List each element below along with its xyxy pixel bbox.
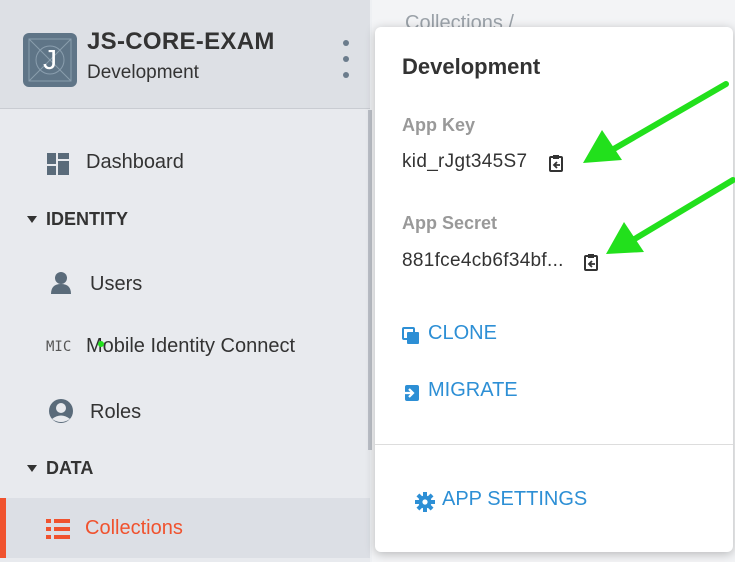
app-header: J JS-CORE-EXAM Development bbox=[0, 0, 370, 109]
dashboard-icon bbox=[47, 153, 69, 175]
popup-divider bbox=[375, 444, 733, 445]
app-logo: J bbox=[23, 33, 77, 87]
nav-roles[interactable]: Roles bbox=[0, 390, 370, 434]
app-secret-label: App Secret bbox=[402, 213, 498, 233]
environment-popup: Development App Key kid_rJgt345S7 App Se… bbox=[375, 27, 733, 552]
clone-icon bbox=[402, 327, 419, 344]
list-icon bbox=[46, 519, 70, 539]
active-indicator bbox=[0, 498, 6, 558]
environment-name: Development bbox=[87, 62, 199, 83]
nav-users[interactable]: Users bbox=[0, 263, 370, 307]
caret-down-icon bbox=[27, 465, 37, 472]
app-key-value: kid_rJgt345S7 bbox=[402, 151, 528, 172]
app-title: JS-CORE-EXAM bbox=[87, 28, 275, 55]
clone-button[interactable]: CLONE bbox=[402, 321, 542, 347]
more-menu-icon[interactable] bbox=[336, 36, 356, 82]
copy-secret-icon[interactable] bbox=[584, 253, 600, 271]
logo-letter: J bbox=[43, 44, 57, 75]
app-key-label: App Key bbox=[402, 115, 476, 135]
nav-users-label: Users bbox=[90, 273, 143, 295]
green-dot bbox=[98, 341, 104, 347]
nav-roles-label: Roles bbox=[90, 401, 142, 423]
section-data[interactable]: DATA bbox=[0, 456, 370, 486]
migrate-button[interactable]: MIGRATE bbox=[402, 378, 552, 404]
nav-dashboard[interactable]: Dashboard bbox=[0, 141, 370, 185]
roles-icon bbox=[49, 399, 73, 423]
section-identity-label: IDENTITY bbox=[46, 209, 129, 229]
migrate-label: MIGRATE bbox=[428, 379, 518, 401]
caret-down-icon bbox=[27, 216, 37, 223]
clone-label: CLONE bbox=[428, 322, 497, 344]
nav-collections-label: Collections bbox=[85, 517, 183, 539]
popup-title: Development bbox=[402, 54, 541, 79]
app-secret-value: 881fce4cb6f34bf... bbox=[402, 250, 564, 271]
nav-mobile-identity-label: Mobile Identity Connect bbox=[86, 335, 296, 357]
app-settings-label: APP SETTINGS bbox=[442, 488, 588, 510]
nav-mobile-identity-connect[interactable]: MIC Mobile Identity Connect bbox=[0, 324, 370, 368]
user-icon bbox=[51, 272, 71, 294]
mic-badge: MIC bbox=[46, 339, 72, 355]
section-data-label: DATA bbox=[46, 458, 94, 478]
nav-collections[interactable]: Collections bbox=[0, 498, 370, 558]
gear-icon bbox=[415, 492, 435, 512]
copy-key-icon[interactable] bbox=[549, 154, 565, 172]
app-settings-button[interactable]: APP SETTINGS bbox=[415, 488, 615, 514]
nav-dashboard-label: Dashboard bbox=[86, 151, 184, 173]
sidebar: J JS-CORE-EXAM Development Dashboard IDE… bbox=[0, 0, 372, 562]
migrate-icon bbox=[402, 385, 419, 401]
section-identity[interactable]: IDENTITY bbox=[0, 207, 370, 237]
